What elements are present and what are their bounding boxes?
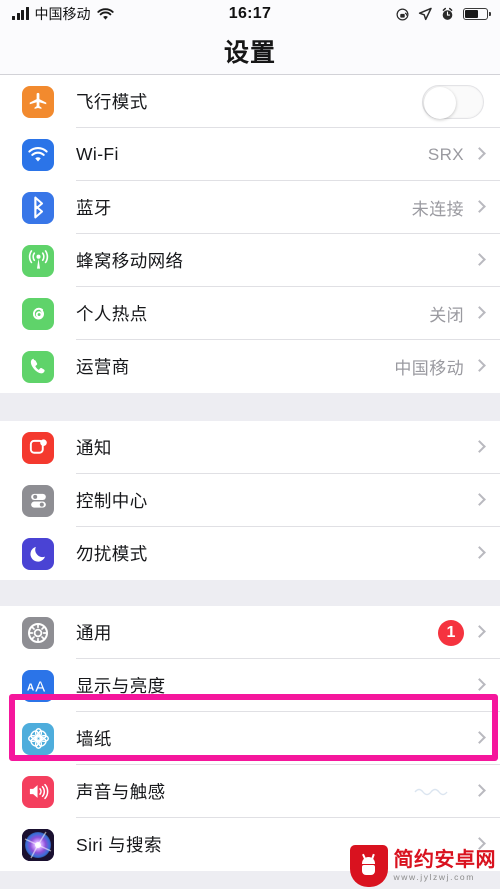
status-bar-time: 16:17 (228, 5, 272, 22)
row-accessory: 中国移动 (394, 354, 486, 379)
settings-screen: 中国移动 16:17 设置 飞行模式 Wi-Fi SRX 蓝牙 未连接 蜂窝移动… (0, 0, 500, 889)
control-center-toggles-icon (22, 484, 54, 517)
airplane-icon (22, 85, 54, 118)
settings-group-system: 通用 1 A A 显示与亮度 墙纸 声音与触感 Siri 与搜索 (0, 606, 500, 871)
settings-row-sounds-haptics[interactable]: 声音与触感 (0, 765, 500, 818)
nav-bar: 设置 (0, 28, 500, 74)
settings-row-wallpaper[interactable]: 墙纸 (0, 712, 500, 765)
watermark-site-name: 简约安卓网 (393, 849, 496, 872)
row-value: 中国移动 (394, 359, 464, 378)
settings-group-connectivity: 飞行模式 Wi-Fi SRX 蓝牙 未连接 蜂窝移动网络 个人热点 关闭 运营商… (0, 75, 500, 393)
settings-row-label: 飞行模式 (76, 92, 148, 112)
settings-row-label: Siri 与搜索 (76, 835, 162, 855)
page-title: 设置 (223, 39, 276, 67)
row-accessory[interactable] (422, 84, 484, 119)
watermark: 简约安卓网 www.jylzwj.com (349, 845, 497, 887)
row-accessory (473, 784, 486, 797)
settings-row-label: 墙纸 (76, 729, 112, 749)
chevron-right-icon (473, 147, 486, 160)
chevron-right-icon (473, 493, 486, 506)
row-accessory (473, 546, 486, 559)
settings-row-label: 蜂窝移动网络 (76, 251, 184, 271)
settings-row-control-center[interactable]: 控制中心 (0, 474, 500, 527)
section-gap-1 (0, 393, 500, 421)
svg-text:A: A (35, 679, 45, 695)
row-accessory: 关闭 (429, 301, 486, 326)
row-value: SRX (427, 144, 464, 164)
battery-icon (463, 8, 491, 20)
section-gap-2 (0, 580, 500, 606)
notification-badge-icon (22, 431, 54, 464)
row-accessory: 未连接 (411, 195, 486, 220)
bluetooth-icon (22, 191, 54, 224)
speaker-volume-icon (22, 775, 54, 808)
settings-row-cellular[interactable]: 蜂窝移动网络 (0, 234, 500, 287)
chevron-right-icon (473, 625, 486, 638)
settings-group-alerts: 通知 控制中心 勿扰模式 (0, 421, 500, 580)
watermark-text: 简约安卓网 www.jylzwj.com (394, 850, 497, 882)
chevron-right-icon (473, 306, 486, 319)
android-robot-glyph (360, 853, 377, 876)
chevron-right-icon (473, 546, 486, 559)
row-accessory (464, 253, 486, 266)
display-aa-icon: A A (22, 669, 54, 702)
settings-row-carrier[interactable]: 运营商 中国移动 (0, 340, 500, 393)
settings-row-airplane-mode[interactable]: 飞行模式 (0, 75, 500, 128)
moon-crescent-icon (22, 537, 54, 570)
svg-text:A: A (27, 682, 35, 693)
settings-row-label: 声音与触感 (76, 782, 166, 802)
settings-row-label: 勿扰模式 (76, 544, 148, 564)
settings-row-label: 通用 (76, 623, 112, 643)
chevron-right-icon (473, 731, 486, 744)
settings-row-display-brightness[interactable]: A A 显示与亮度 (0, 659, 500, 712)
wallpaper-flower-icon (22, 722, 54, 755)
row-accessory (473, 493, 486, 506)
wifi-icon (22, 138, 54, 171)
toggle-knob (424, 86, 456, 119)
airplane-mode-toggle[interactable] (422, 84, 484, 119)
settings-row-label: 蓝牙 (76, 198, 112, 218)
settings-row-do-not-disturb[interactable]: 勿扰模式 (0, 527, 500, 580)
chevron-right-icon (473, 440, 486, 453)
android-shield-icon (349, 845, 388, 887)
row-accessory (473, 678, 486, 691)
siri-orb-icon (22, 828, 54, 861)
settings-row-label: 运营商 (76, 357, 130, 377)
settings-row-label: 通知 (76, 438, 112, 458)
status-bar: 中国移动 16:17 (0, 0, 500, 28)
settings-row-wifi[interactable]: Wi-Fi SRX (0, 128, 500, 181)
hotspot-link-icon (22, 297, 54, 330)
chevron-right-icon (473, 784, 486, 797)
settings-row-notifications[interactable]: 通知 (0, 421, 500, 474)
phone-handset-icon (22, 350, 54, 383)
chevron-right-icon (473, 359, 486, 372)
settings-row-general[interactable]: 通用 1 (0, 606, 500, 659)
cellular-antenna-icon (22, 244, 54, 277)
row-accessory (473, 731, 486, 744)
chevron-right-icon (473, 253, 486, 266)
row-accessory: SRX (427, 144, 486, 165)
row-value: 关闭 (429, 306, 464, 325)
row-accessory: 1 (438, 619, 486, 646)
chevron-right-icon (473, 678, 486, 691)
row-value: 未连接 (411, 200, 464, 219)
row-accessory (473, 440, 486, 453)
settings-row-label: 显示与亮度 (76, 676, 166, 696)
settings-row-label: 个人热点 (76, 304, 148, 324)
settings-row-personal-hotspot[interactable]: 个人热点 关闭 (0, 287, 500, 340)
settings-row-bluetooth[interactable]: 蓝牙 未连接 (0, 181, 500, 234)
decorative-squiggle (414, 788, 448, 796)
settings-row-label: Wi-Fi (76, 144, 119, 164)
settings-row-label: 控制中心 (76, 491, 148, 511)
chevron-right-icon (473, 200, 486, 213)
gear-icon (22, 616, 54, 649)
status-badge: 1 (438, 619, 464, 646)
watermark-url: www.jylzwj.com (393, 872, 475, 883)
